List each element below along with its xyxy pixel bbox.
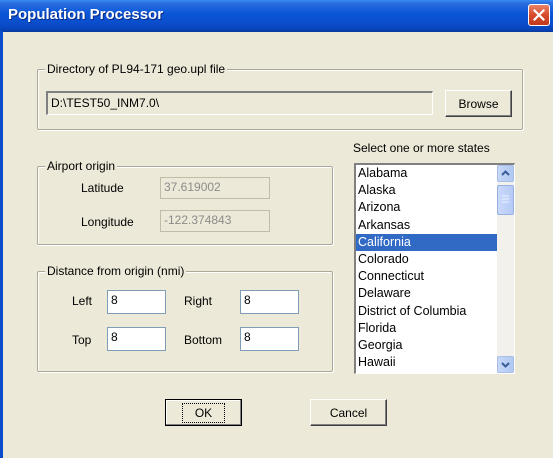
top-value: 8 [111, 330, 118, 344]
list-item[interactable]: Arizona [356, 199, 497, 216]
list-item[interactable]: Arkansas [356, 217, 497, 234]
title-bar[interactable]: Population Processor [0, 0, 553, 32]
left-field[interactable]: 8 [107, 290, 166, 314]
cancel-button[interactable]: Cancel [310, 399, 387, 426]
bottom-label: Bottom [184, 333, 223, 347]
left-label: Left [72, 294, 93, 308]
ok-button[interactable]: OK [165, 399, 242, 426]
latitude-field: 37.619002 [160, 177, 270, 199]
close-icon [533, 9, 545, 21]
distance-legend: Distance from origin (nmi) [45, 264, 187, 278]
window-title: Population Processor [8, 6, 164, 23]
list-item[interactable]: Alaska [356, 182, 497, 199]
longitude-field: -122.374843 [160, 210, 270, 232]
browse-label: Browse [458, 96, 499, 111]
right-value: 8 [244, 293, 251, 307]
list-item[interactable]: Delaware [356, 285, 497, 302]
longitude-label: Longitude [81, 215, 134, 229]
chevron-down-icon [501, 362, 510, 368]
directory-value: D:\TEST50_INM7.0\ [51, 96, 160, 110]
latitude-label: Latitude [81, 181, 124, 195]
longitude-value: -122.374843 [164, 213, 232, 227]
list-item[interactable]: Colorado [356, 251, 497, 268]
directory-field[interactable]: D:\TEST50_INM7.0\ [46, 91, 433, 115]
scroll-thumb[interactable] [497, 185, 514, 215]
right-label: Right [184, 294, 213, 308]
directory-legend: Directory of PL94-171 geo.upl file [45, 62, 228, 76]
thumb-grip-icon [502, 195, 509, 203]
ok-label: OK [181, 402, 226, 423]
states-scrollbar[interactable] [497, 165, 514, 373]
list-item[interactable]: Alabama [356, 165, 497, 182]
cancel-label: Cancel [329, 405, 368, 420]
left-value: 8 [111, 293, 118, 307]
distance-group [37, 271, 333, 372]
list-item[interactable]: California [356, 233, 497, 251]
latitude-value: 37.619002 [164, 180, 221, 194]
states-list: Alabama Alaska Arizona Arkansas California Co… [356, 165, 497, 371]
browse-button[interactable]: Browse [445, 90, 512, 117]
states-label: Select one or more states [353, 141, 490, 155]
right-field[interactable]: 8 [240, 290, 299, 314]
states-listbox[interactable]: Alabama Alaska Arizona Arkansas California Co… [354, 163, 515, 374]
window-frame-left [0, 31, 3, 458]
list-item[interactable]: District of Columbia [356, 303, 497, 320]
bottom-field[interactable]: 8 [240, 327, 299, 351]
scroll-up-button[interactable] [497, 165, 514, 182]
top-label: Top [72, 333, 92, 347]
list-item[interactable]: Georgia [356, 337, 497, 354]
top-field[interactable]: 8 [107, 327, 166, 351]
chevron-up-icon [501, 170, 510, 176]
close-button[interactable] [528, 4, 550, 26]
airport-origin-legend: Airport origin [45, 159, 118, 173]
scroll-down-button[interactable] [497, 356, 514, 373]
bottom-value: 8 [244, 330, 251, 344]
list-item[interactable]: Florida [356, 320, 497, 337]
list-item[interactable]: Hawaii [356, 354, 497, 371]
list-item[interactable]: Connecticut [356, 268, 497, 285]
